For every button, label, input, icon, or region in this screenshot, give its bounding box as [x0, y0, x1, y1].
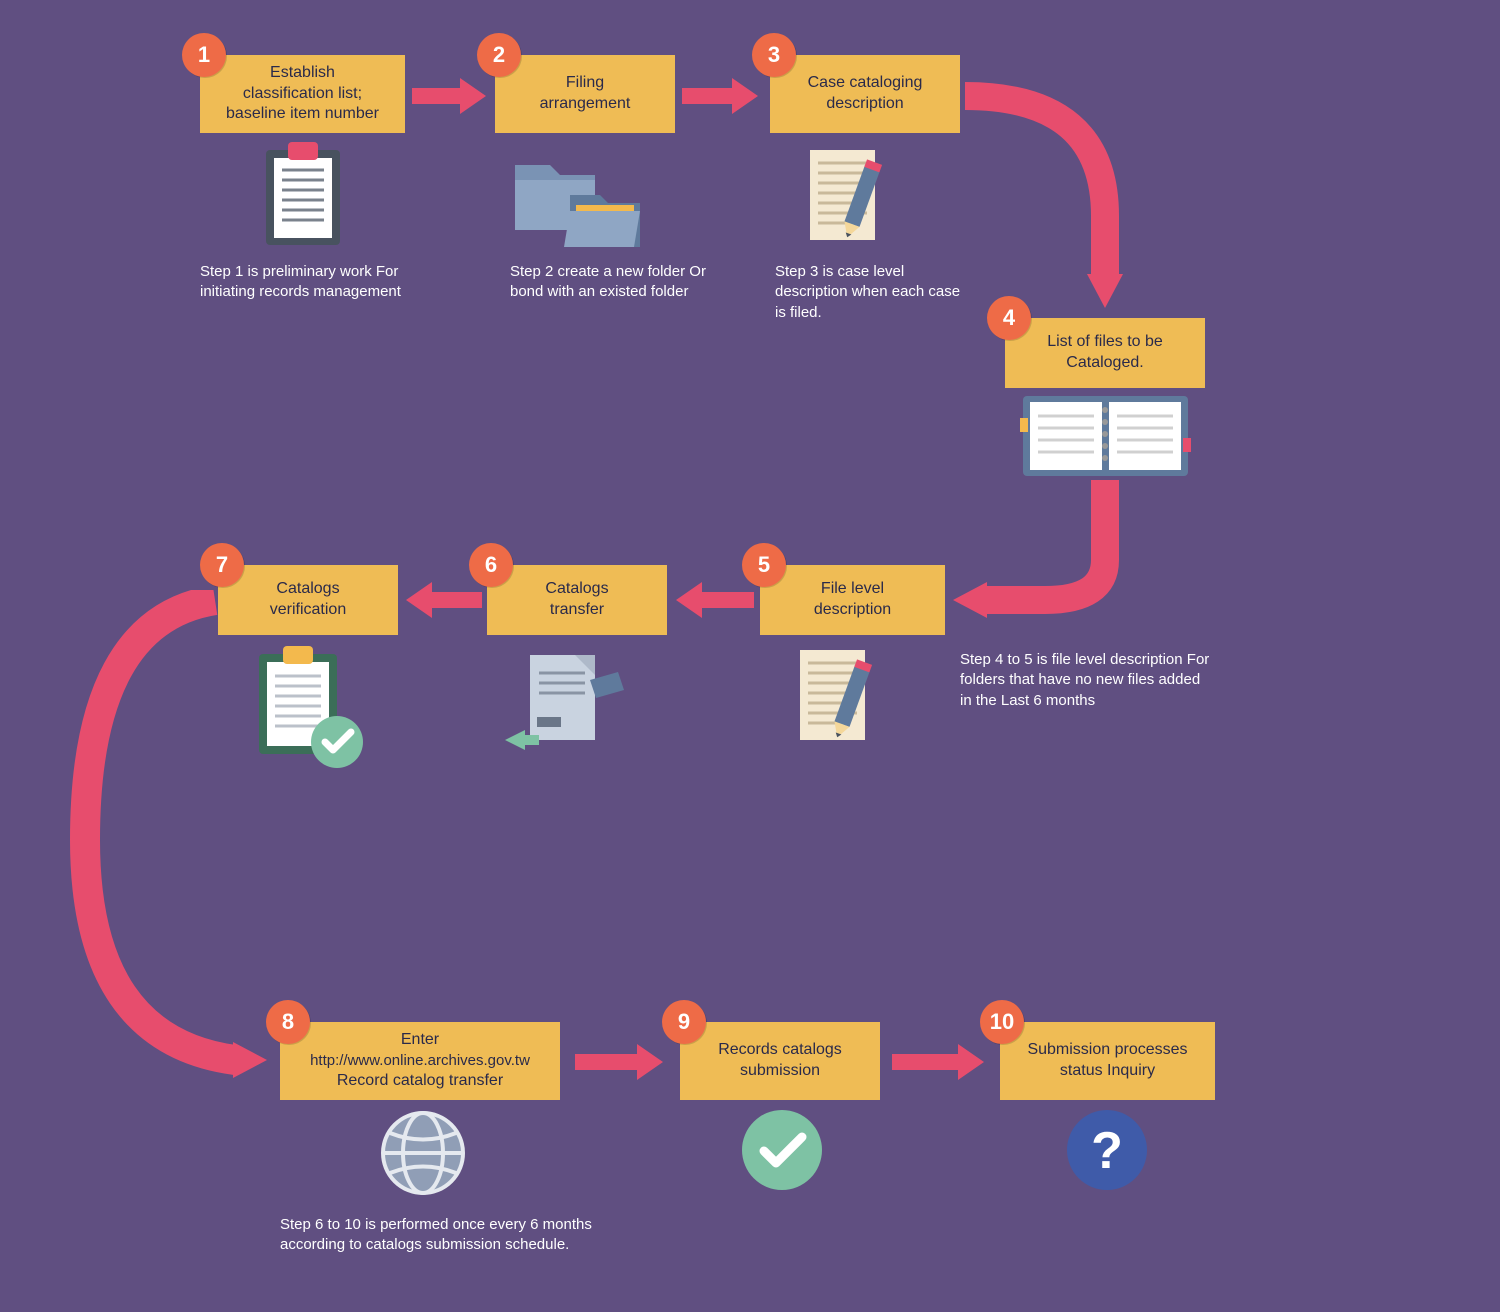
clipboard-icon	[258, 140, 348, 255]
step-7-box: 7 Catalogs verification	[218, 565, 398, 635]
step-4-box: 4 List of files to be Cataloged.	[1005, 318, 1205, 388]
document-pencil-icon	[800, 145, 920, 260]
step-8-description: Step 6 to 10 is performed once every 6 m…	[280, 1215, 650, 1256]
step-7-number: 7	[200, 543, 244, 587]
step-1-title-line3: baseline item number	[226, 104, 379, 125]
arrow-9-to-10	[892, 1044, 987, 1080]
step-9-title-line1: Records catalogs	[718, 1040, 842, 1061]
step-4-number: 4	[987, 296, 1031, 340]
step-3-description: Step 3 is case level description when ea…	[775, 262, 975, 323]
step-8-title-line3: Record catalog transfer	[337, 1071, 503, 1092]
step-2-box: 2 Filing arrangement	[495, 55, 675, 133]
step-6-number-text: 6	[485, 551, 497, 580]
step-2-description: Step 2 create a new folder Or bond with …	[510, 262, 710, 303]
step-5-number-text: 5	[758, 551, 770, 580]
step-5-description: Step 4 to 5 is file level description Fo…	[960, 650, 1210, 711]
step-9-box: 9 Records catalogs submission	[680, 1022, 880, 1100]
step-3-title-line1: Case cataloging	[808, 73, 923, 94]
clipboard-check-icon	[245, 642, 375, 777]
arrow-1-to-2	[412, 78, 487, 114]
step-9-title-line2: submission	[740, 1061, 820, 1082]
step-6-title-line2: transfer	[550, 600, 604, 621]
arrow-4-to-5	[945, 480, 1165, 640]
step-6-title-line1: Catalogs	[545, 579, 608, 600]
step-4-title-line2: Cataloged.	[1066, 353, 1143, 374]
step-9-number-text: 9	[678, 1008, 690, 1037]
step-3-number-text: 3	[768, 41, 780, 70]
step-2-title-line2: arrangement	[540, 94, 631, 115]
step-9-number: 9	[662, 1000, 706, 1044]
arrow-8-to-9	[575, 1044, 665, 1080]
step-1-description: Step 1 is preliminary work For initiatin…	[200, 262, 410, 303]
step-3-title-line2: description	[826, 94, 903, 115]
step-4-number-text: 4	[1003, 304, 1015, 333]
step-6-box: 6 Catalogs transfer	[487, 565, 667, 635]
step-3-number: 3	[752, 33, 796, 77]
step-1-title-line1: Establish	[270, 63, 335, 84]
step-1-box: 1 Establish classification list; baselin…	[200, 55, 405, 133]
step-1-title-line2: classification list;	[243, 84, 362, 105]
step-1-number-text: 1	[198, 41, 210, 70]
step-10-title-line1: Submission processes	[1027, 1040, 1187, 1061]
step-7-title-line1: Catalogs	[276, 579, 339, 600]
step-10-box: 10 Submission processes status Inquiry	[1000, 1022, 1215, 1100]
step-5-box: 5 File level description	[760, 565, 945, 635]
step-8-number-text: 8	[282, 1008, 294, 1037]
arrow-2-to-3	[682, 78, 760, 114]
transfer-icon	[505, 645, 645, 770]
folders-icon	[510, 145, 650, 260]
question-icon: ?	[1065, 1108, 1150, 1198]
step-10-number-text: 10	[990, 1008, 1014, 1037]
step-2-title-line1: Filing	[566, 73, 604, 94]
check-circle-icon	[740, 1108, 825, 1198]
step-7-number-text: 7	[216, 551, 228, 580]
step-8-number: 8	[266, 1000, 310, 1044]
step-8-title-line2: http://www.online.archives.gov.tw	[310, 1051, 530, 1071]
notebook-icon	[1018, 388, 1193, 493]
step-6-number: 6	[469, 543, 513, 587]
arrow-5-to-6	[672, 582, 754, 618]
step-8-box: 8 Enter http://www.online.archives.gov.t…	[280, 1022, 560, 1100]
step-2-number-text: 2	[493, 41, 505, 70]
step-1-number: 1	[182, 33, 226, 77]
step-3-box: 3 Case cataloging description	[770, 55, 960, 133]
step-5-number: 5	[742, 543, 786, 587]
step-5-title-line2: description	[814, 600, 891, 621]
step-10-title-line2: status Inquiry	[1060, 1061, 1155, 1082]
globe-icon	[378, 1108, 468, 1203]
arrow-6-to-7	[402, 582, 482, 618]
step-10-number: 10	[980, 1000, 1024, 1044]
step-8-title-line1: Enter	[401, 1030, 439, 1051]
step-4-title-line1: List of files to be	[1047, 332, 1163, 353]
document-pencil-icon-2	[790, 645, 910, 760]
step-5-title-line1: File level	[821, 579, 884, 600]
arrow-3-to-4	[965, 76, 1155, 326]
step-2-number: 2	[477, 33, 521, 77]
step-7-title-line2: verification	[270, 600, 346, 621]
svg-text:?: ?	[1091, 1122, 1123, 1180]
